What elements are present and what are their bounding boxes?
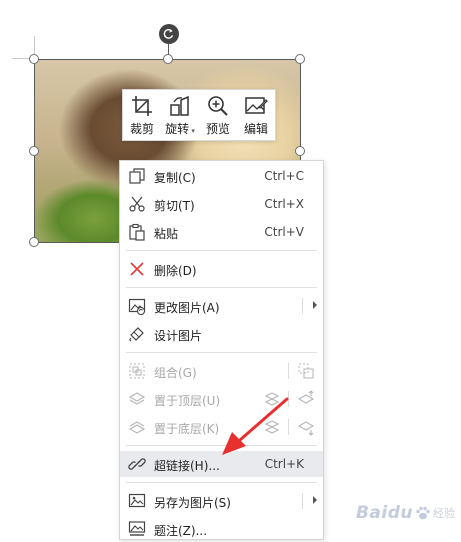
preview-label: 预览 [205,122,230,136]
selection-border-bottom [34,242,120,243]
menu-item-label: 题注(Z)... [154,524,208,538]
menu-item-copy[interactable]: 复制(C) Ctrl+C [120,163,323,189]
side-button-divider [288,419,289,435]
resize-handle-top-middle[interactable] [163,54,173,64]
paste-icon [129,223,145,241]
menu-item-shortcut: Ctrl+V [264,225,304,239]
menu-item-caption[interactable]: 题注(Z)... [120,516,323,542]
menu-separator [126,287,317,288]
menu-item-shortcut: Ctrl+X [264,197,304,211]
menu-item-shortcut: Ctrl+K [264,457,304,471]
resize-handle-top-left[interactable] [29,54,39,64]
menu-item-hyperlink[interactable]: 超链接(H)... Ctrl+K [120,451,323,477]
menu-item-label: 设计图片 [154,329,203,343]
zoom-in-icon [208,96,228,116]
menu-item-label: 超链接(H)... [154,459,220,473]
menu-item-label: 组合(G) [154,366,197,380]
menu-item-label: 剪切(T) [154,199,195,213]
ungroup-icon[interactable] [297,362,315,380]
crop-label: 裁剪 [129,122,154,136]
menu-item-label: 复制(C) [154,171,196,185]
submenu-divider [302,493,303,509]
save-as-picture-icon [128,493,146,508]
edit-button[interactable]: 编辑 [237,90,275,140]
edit-label: 编辑 [243,122,268,136]
send-backward-icon[interactable] [263,418,281,436]
menu-item-label: 另存为图片(S) [154,496,231,510]
bring-forward-icon[interactable] [263,390,281,408]
layer-up-icon[interactable] [297,390,315,408]
rotate-icon [170,95,189,116]
menu-separator [126,445,317,446]
menu-item-change-picture[interactable]: 更改图片(A) [120,293,323,319]
crop-button[interactable]: 裁剪 [123,90,161,140]
watermark-sub: 经验 [433,507,455,520]
submenu-arrow-icon [313,301,317,309]
rotate-arrow-icon [163,29,174,39]
caption-icon [128,521,146,536]
picture-quick-toolbar: 裁剪 旋转 ▾ 预览 编辑 [122,89,276,141]
group-icon [129,363,145,379]
menu-item-design-picture[interactable]: 设计图片 [120,321,323,347]
delete-x-icon [130,262,144,276]
side-button-divider [288,391,289,407]
menu-separator [126,482,317,483]
preview-button[interactable]: 预览 [199,90,237,140]
resize-handle-bottom-left[interactable] [29,237,39,247]
submenu-divider [302,298,303,314]
menu-item-label: 置于底层(K) [154,422,220,436]
design-picture-icon [129,327,144,342]
resize-handle-top-right[interactable] [295,54,305,64]
rotate-handle-icon[interactable] [159,24,179,44]
menu-item-shortcut: Ctrl+C [264,169,304,183]
rotate-label: 旋转 [165,122,190,136]
send-back-icon [128,421,146,434]
menu-item-label: 粘贴 [154,227,179,241]
submenu-arrow-icon [313,496,317,504]
context-menu: 复制(C) Ctrl+C 剪切(T) Ctrl+X 粘贴 Ctrl+V 删除(D… [119,160,324,540]
link-icon [128,458,146,470]
menu-item-cut[interactable]: 剪切(T) Ctrl+X [120,191,323,217]
menu-item-group[interactable]: 组合(G) [120,358,323,384]
edit-image-icon [245,97,268,114]
rotate-button[interactable]: 旋转 ▾ [161,90,199,140]
layer-down-icon[interactable] [297,418,315,436]
menu-item-paste[interactable]: 粘贴 Ctrl+V [120,219,323,245]
watermark-brand: Baidu [355,503,413,523]
menu-item-delete[interactable]: 删除(D) [120,256,323,282]
menu-separator [126,352,317,353]
menu-item-bring-to-front[interactable]: 置于顶层(U) [120,386,323,412]
menu-item-label: 删除(D) [154,264,197,278]
rotate-dropdown-caret-icon[interactable]: ▾ [189,127,195,135]
menu-item-label: 置于顶层(U) [154,394,221,408]
resize-handle-middle-right[interactable] [295,146,305,156]
scissors-icon [129,196,145,212]
menu-separator [126,250,317,251]
change-picture-icon [128,298,146,315]
paw-icon [416,506,430,520]
menu-item-label: 更改图片(A) [154,301,220,315]
copy-icon [129,168,145,184]
resize-handle-middle-left[interactable] [29,146,39,156]
crop-icon [132,96,152,116]
menu-item-send-to-back[interactable]: 置于底层(K) [120,414,323,440]
bring-front-icon [128,392,146,405]
side-button-divider [288,363,289,379]
menu-item-save-as-picture[interactable]: 另存为图片(S) [120,488,323,514]
baidu-watermark: Baidu 经验 [356,503,455,523]
